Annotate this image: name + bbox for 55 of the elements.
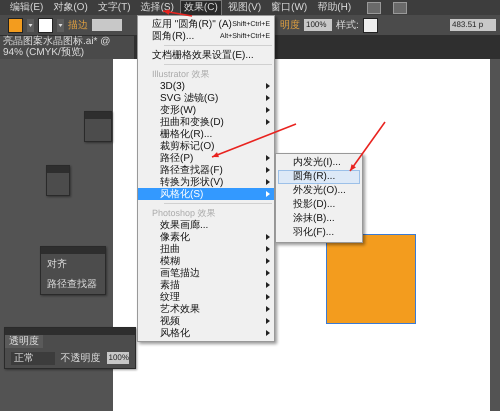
menu-item[interactable]: 扭曲和变换(D): [138, 116, 274, 128]
menu-item[interactable]: 栅格化(R)...: [138, 128, 274, 140]
menu-item[interactable]: 圆角(R)...: [278, 170, 360, 184]
panel-tab[interactable]: 透明度: [5, 335, 43, 348]
menu-item[interactable]: 文字(T): [94, 0, 135, 16]
stroke-field[interactable]: [92, 19, 122, 31]
menu-item[interactable]: 扭曲: [138, 243, 274, 255]
opacity-label: 不透明度: [60, 352, 101, 365]
menu-item[interactable]: 视频: [138, 315, 274, 327]
opacity-label: 明度: [280, 18, 300, 32]
menu-item[interactable]: 风格化: [138, 327, 274, 339]
document-tab[interactable]: 亮晶图案水晶图标.ai* @ 94% (CMYK/预览): [0, 36, 134, 59]
annotation-arrow: [349, 122, 386, 172]
style-swatch[interactable]: [362, 18, 378, 32]
menu-item[interactable]: 内发光(I)...: [278, 156, 360, 170]
menu-item[interactable]: SVG 滤镜(G): [138, 92, 274, 104]
coordinate-field[interactable]: 483.51 p: [450, 19, 496, 31]
menu-item[interactable]: 路径查找器(F): [138, 164, 274, 176]
opacity-field[interactable]: 100%: [304, 19, 332, 31]
menu-item[interactable]: 裁剪标记(O): [138, 140, 274, 152]
menu-section-title: Illustrator 效果: [151, 68, 211, 80]
menu-item[interactable]: 画笔描边: [138, 267, 274, 279]
panel-item[interactable]: 对齐: [47, 257, 67, 271]
fill-swatch[interactable]: [8, 18, 23, 32]
opacity-field[interactable]: 100%: [106, 352, 129, 364]
menu-item[interactable]: 对象(O): [49, 0, 92, 16]
menu-item[interactable]: 素描: [138, 279, 274, 291]
menu-section-title: Photoshop 效果: [151, 207, 217, 219]
menu-item[interactable]: 路径(P): [138, 152, 274, 164]
menu-item[interactable]: 艺术效果: [138, 303, 274, 315]
menu-item[interactable]: 帮助(H): [313, 0, 356, 16]
menu-item[interactable]: 效果画廊...: [138, 219, 274, 231]
menu-item[interactable]: 涂抹(B)...: [278, 212, 360, 226]
menu-item[interactable]: 像素化: [138, 231, 274, 243]
blend-mode-select[interactable]: 正常: [11, 352, 55, 364]
menu-item[interactable]: 投影(D)...: [278, 198, 360, 212]
panel-item[interactable]: 路径查找器: [47, 277, 97, 291]
menu-item[interactable]: 模糊: [138, 255, 274, 267]
menu-item[interactable]: 转换为形状(V): [138, 176, 274, 188]
menu-item[interactable]: 窗口(W): [267, 0, 312, 16]
stroke-swatch[interactable]: [38, 18, 53, 32]
menu-item[interactable]: 3D(3): [138, 80, 274, 92]
dropdown-icon[interactable]: [57, 18, 64, 32]
menu-item[interactable]: 纹理: [138, 291, 274, 303]
menu-item[interactable]: 外发光(O)...: [278, 184, 360, 198]
dropdown-icon[interactable]: [27, 18, 34, 32]
menu-item[interactable]: 选择(S): [136, 0, 178, 16]
menu-item[interactable]: 效果(C): [180, 0, 222, 16]
stroke-label: 描边: [68, 18, 88, 32]
menu-item[interactable]: 文档栅格效果设置(E)...: [138, 49, 274, 61]
menu-item[interactable]: 变形(W): [138, 104, 274, 116]
style-label: 样式:: [336, 18, 359, 32]
menu-item[interactable]: 羽化(F)...: [278, 226, 360, 240]
menu-item[interactable]: 编辑(E): [6, 0, 48, 16]
menu-item[interactable]: 视图(V): [224, 0, 266, 16]
